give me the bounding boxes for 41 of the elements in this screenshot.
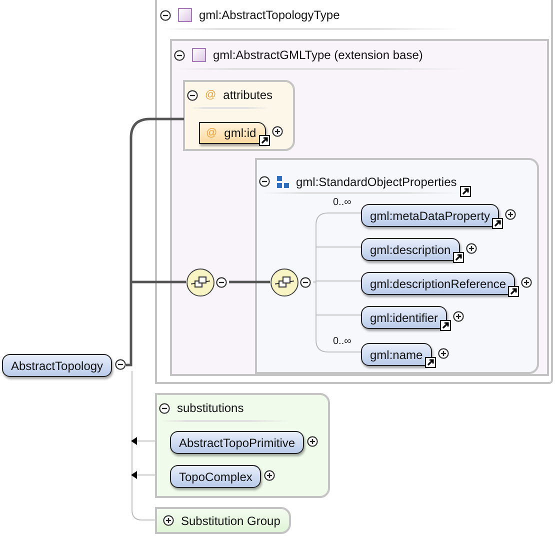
- toggle-icon[interactable]: [216, 277, 227, 288]
- sequence-icon: [270, 268, 299, 297]
- occurrence-label: 0..∞: [333, 197, 352, 208]
- type-title: gml:AbstractTopologyType: [199, 8, 340, 22]
- element-node[interactable]: TopoComplex: [170, 465, 262, 488]
- attribute-name: gml:id: [224, 126, 256, 140]
- at-sign: @: [205, 89, 216, 101]
- element-node[interactable]: gml:identifier: [361, 306, 448, 329]
- element-node[interactable]: AbstractTopoPrimitive: [170, 431, 304, 454]
- substitution-group-node[interactable]: Substitution Group: [155, 507, 291, 534]
- link-arrow-icon[interactable]: [452, 252, 464, 263]
- element-node[interactable]: gml:metaDataProperty: [361, 204, 500, 227]
- group-title: gml:StandardObjectProperties: [296, 174, 457, 188]
- toggle-icon[interactable]: [115, 358, 126, 370]
- type-icon: [192, 48, 206, 62]
- link-arrow-icon[interactable]: [440, 320, 452, 331]
- link-arrow-icon[interactable]: [424, 357, 436, 368]
- attribute-node[interactable]: @ gml:id: [199, 122, 266, 144]
- root-element-node[interactable]: AbstractTopology: [2, 354, 112, 377]
- arrowhead-icon: [131, 437, 137, 445]
- occurrence-label: 0..∞: [333, 336, 352, 347]
- link-arrow-icon[interactable]: [492, 218, 504, 229]
- type-icon: [178, 8, 192, 22]
- at-sign: @: [206, 126, 218, 138]
- base-type-title: gml:AbstractGMLType (extension base): [213, 48, 423, 62]
- link-arrow-icon[interactable]: [460, 186, 471, 197]
- toggle-icon[interactable]: [163, 515, 174, 526]
- element-node[interactable]: gml:name: [361, 343, 432, 366]
- attributes-title: attributes: [223, 88, 273, 102]
- link-arrow-icon[interactable]: [508, 286, 520, 297]
- substitutions-title: substitutions: [177, 401, 244, 415]
- connector-line: [229, 280, 270, 284]
- element-node[interactable]: gml:description: [361, 238, 460, 261]
- element-node[interactable]: gml:descriptionReference: [361, 272, 516, 295]
- toggle-icon[interactable]: [259, 176, 270, 187]
- toggle-icon[interactable]: [300, 277, 311, 288]
- link-arrow-icon[interactable]: [259, 135, 270, 146]
- group-icon: [277, 176, 289, 188]
- arrowhead-icon: [131, 471, 137, 479]
- sequence-icon: [186, 268, 215, 297]
- substitution-group-label: Substitution Group: [181, 514, 280, 528]
